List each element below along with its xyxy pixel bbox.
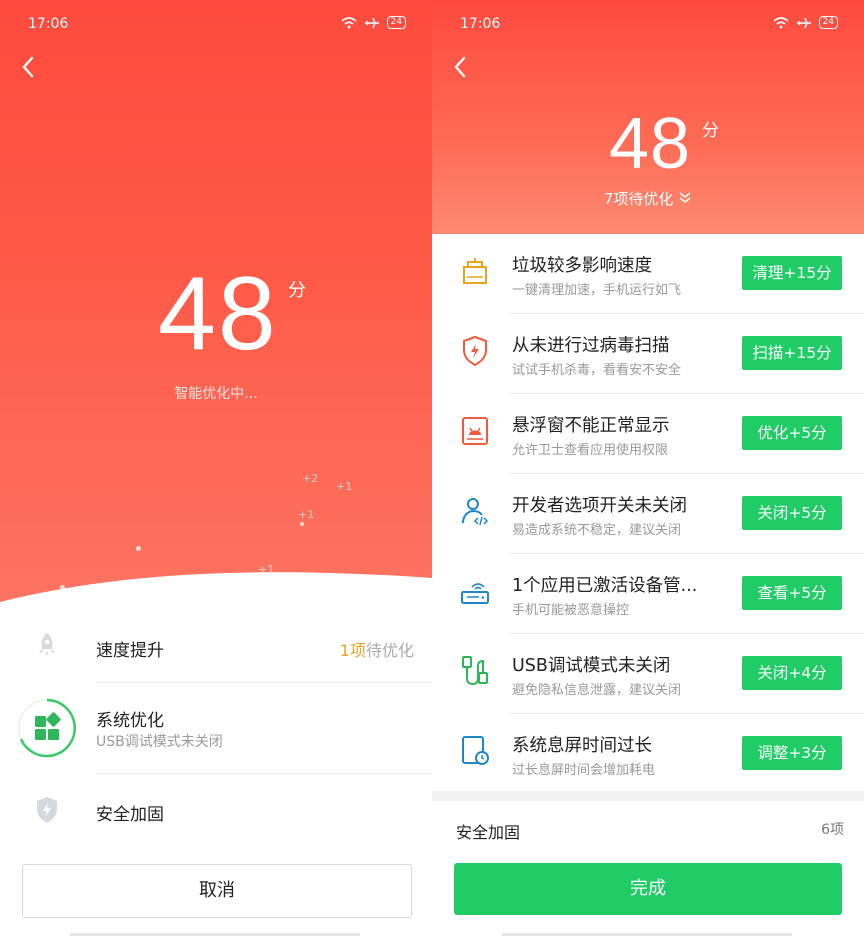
list-item[interactable]: USB调试模式未关闭 避免隐私信息泄露，建议关闭 关闭+4分 (432, 634, 864, 714)
pending-summary[interactable]: 7项待优化 (432, 188, 864, 209)
left-panel: 17:06 24 48 分 智能优化中... +2 +1 +1 +1 速度提升 … (0, 0, 432, 936)
done-button[interactable]: 完成 (454, 863, 842, 915)
divider (96, 773, 432, 774)
item-subtitle: 避免隐私信息泄露，建议关闭 (512, 683, 682, 698)
item-subtitle: 过长息屏时间会增加耗电 (512, 763, 656, 778)
shield-bolt-icon (463, 335, 487, 367)
back-arrow-icon[interactable] (16, 52, 42, 82)
speed-boost-status: 1项待优化 (339, 641, 414, 660)
rocket-icon (39, 633, 55, 657)
floating-points: +1 (298, 508, 315, 521)
close-button[interactable]: 关闭+4分 (742, 656, 842, 690)
battery-icon: 24 (386, 16, 406, 29)
double-chevron-down-icon (679, 192, 691, 203)
score-hero: 17:06 24 48 分 7项待优化 (432, 0, 864, 234)
list-item[interactable]: 系统息屏时间过长 过长息屏时间会增加耗电 调整+3分 (432, 714, 864, 794)
floating-points: +1 (336, 480, 353, 493)
back-arrow-icon[interactable] (448, 52, 474, 82)
wifi-icon (341, 16, 357, 28)
score-unit: 分 (288, 280, 306, 301)
item-title: 从未进行过病毒扫描 (512, 336, 670, 356)
airplane-icon (796, 17, 811, 28)
score-unit: 分 (702, 121, 719, 141)
section-gap (432, 791, 864, 801)
score-value: 48 (158, 256, 278, 372)
right-panel: 17:06 24 48 分 7项待优化 垃圾较多影响速度 一键清理加速，手机运行… (432, 0, 864, 936)
wifi-icon (773, 16, 789, 28)
floating-points: +2 (302, 472, 319, 485)
developer-icon (462, 498, 489, 526)
wave-divider (0, 572, 432, 640)
item-subtitle: 易造成系统不稳定，建议关闭 (512, 523, 682, 538)
security-harden-count: 6项 (821, 822, 844, 838)
particle (136, 546, 141, 551)
security-harden-row[interactable]: 安全加固 6项 (432, 801, 864, 857)
usb-icon (462, 656, 488, 686)
item-title: USB调试模式未关闭 (512, 656, 671, 676)
trash-icon (463, 258, 487, 284)
optimizing-status: 智能优化中... (174, 386, 258, 402)
security-harden-row[interactable]: 安全加固 (0, 795, 432, 825)
system-optimize-title: 系统优化 (96, 711, 164, 731)
security-harden-title: 安全加固 (456, 823, 521, 842)
item-subtitle: 试试手机杀毒，看看安不安全 (512, 363, 682, 378)
close-button[interactable]: 关闭+5分 (742, 496, 842, 530)
view-button[interactable]: 查看+5分 (742, 576, 842, 610)
list-item[interactable]: 开发者选项开关未关闭 易造成系统不稳定，建议关闭 关闭+5分 (432, 474, 864, 554)
list-item[interactable]: 1个应用已激活设备管... 手机可能被恶意操控 查看+5分 (432, 554, 864, 634)
progress-ring-icon (18, 698, 76, 758)
item-title: 1个应用已激活设备管... (512, 576, 698, 596)
status-time: 17:06 (460, 16, 501, 32)
speed-boost-title: 速度提升 (96, 641, 164, 661)
item-title: 垃圾较多影响速度 (512, 256, 652, 276)
item-subtitle: 手机可能被恶意操控 (512, 603, 630, 618)
score-value: 48 (609, 104, 692, 184)
system-optimize-row[interactable]: 系统优化 USB调试模式未关闭 (0, 697, 432, 758)
item-subtitle: 一键清理加速，手机运行如飞 (512, 283, 682, 298)
status-icons: 24 (341, 16, 406, 29)
status-icons: 24 (773, 16, 838, 29)
screen-timeout-icon (462, 736, 489, 765)
floating-window-icon (462, 417, 488, 445)
system-optimize-subtitle: USB调试模式未关闭 (96, 734, 223, 750)
device-manager-icon (461, 583, 489, 604)
particle (300, 522, 304, 526)
airplane-icon (364, 17, 379, 28)
adjust-button[interactable]: 调整+3分 (742, 736, 842, 770)
scan-button[interactable]: 扫描+15分 (742, 336, 842, 370)
clean-button[interactable]: 清理+15分 (742, 256, 842, 290)
score-hero: 17:06 24 48 分 智能优化中... +2 +1 +1 +1 (0, 0, 432, 610)
list-item[interactable]: 从未进行过病毒扫描 试试手机杀毒，看看安不安全 扫描+15分 (432, 314, 864, 394)
battery-icon: 24 (818, 16, 838, 29)
cancel-button[interactable]: 取消 (22, 864, 412, 918)
optimize-button[interactable]: 优化+5分 (742, 416, 842, 450)
item-title: 悬浮窗不能正常显示 (512, 416, 670, 436)
status-time: 17:06 (28, 16, 69, 32)
speed-boost-row[interactable]: 速度提升 1项待优化 (0, 630, 432, 666)
list-item[interactable]: 悬浮窗不能正常显示 允许卫士查看应用使用权限 优化+5分 (432, 394, 864, 474)
shield-bolt-icon (37, 797, 57, 823)
divider (96, 682, 432, 683)
list-item[interactable]: 垃圾较多影响速度 一键清理加速，手机运行如飞 清理+15分 (432, 234, 864, 314)
item-subtitle: 允许卫士查看应用使用权限 (512, 443, 669, 458)
security-harden-title: 安全加固 (96, 805, 164, 825)
item-title: 开发者选项开关未关闭 (512, 496, 687, 516)
item-title: 系统息屏时间过长 (512, 736, 652, 756)
